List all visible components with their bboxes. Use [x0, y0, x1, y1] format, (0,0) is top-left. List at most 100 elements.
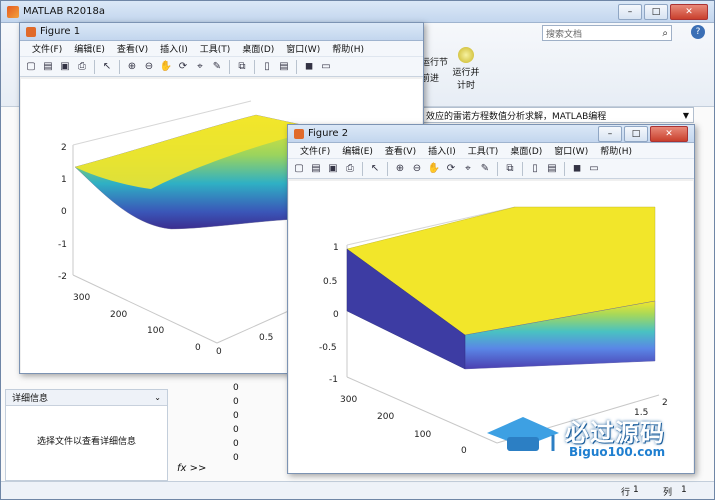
menu-file[interactable]: 文件(F): [26, 42, 68, 55]
toolbar-divider: [229, 59, 230, 74]
legend-icon[interactable]: ▤: [277, 60, 291, 74]
colorbar-icon[interactable]: ▯: [260, 60, 274, 74]
menu-window[interactable]: 窗口(W): [280, 42, 326, 55]
z-tick: 1: [61, 175, 67, 185]
toolbar-divider: [497, 161, 498, 176]
zoom-out-icon[interactable]: ⊖: [410, 162, 424, 176]
close-button[interactable]: ✕: [670, 3, 708, 20]
legend-icon[interactable]: ▤: [545, 162, 559, 176]
print-icon[interactable]: ⎙: [343, 162, 357, 176]
figure-icon: [26, 26, 36, 37]
y-tick: 0: [461, 446, 467, 456]
menu-edit[interactable]: 编辑(E): [336, 144, 379, 157]
y-tick: 100: [147, 326, 164, 336]
zoom-out-icon[interactable]: ⊖: [142, 60, 156, 74]
z-tick: 2: [61, 143, 67, 153]
search-box[interactable]: 搜索文档 ⌕: [542, 25, 672, 41]
maximize-button[interactable]: □: [624, 125, 648, 142]
main-window-controls: – □ ✕: [618, 3, 708, 20]
figure1-title-bar[interactable]: Figure 1: [20, 23, 423, 41]
figure1-title: Figure 1: [40, 26, 81, 37]
workspace-value: 0: [233, 439, 239, 449]
main-title-bar: MATLAB R2018a – □ ✕: [1, 1, 714, 23]
menu-window[interactable]: 窗口(W): [548, 144, 594, 157]
address-text: 效应的雷诺方程数值分析求解，MATLAB编程: [426, 111, 607, 122]
new-figure-icon[interactable]: ▢: [292, 162, 306, 176]
save-icon[interactable]: ▣: [326, 162, 340, 176]
menu-insert[interactable]: 插入(I): [154, 42, 194, 55]
close-button[interactable]: ✕: [650, 125, 688, 142]
pointer-icon[interactable]: ↖: [368, 162, 382, 176]
menu-tools[interactable]: 工具(T): [194, 42, 237, 55]
workspace-value: 0: [233, 453, 239, 463]
open-icon[interactable]: ▤: [41, 60, 55, 74]
maximize-button[interactable]: □: [644, 3, 668, 20]
pan-icon[interactable]: ✋: [427, 162, 441, 176]
pointer-icon[interactable]: ↖: [100, 60, 114, 74]
z-tick: 0.5: [323, 277, 337, 287]
details-empty-text: 选择文件以查看详细信息: [36, 437, 136, 447]
figure1-toolbar: ▢ ▤ ▣ ⎙ ↖ ⊕ ⊖ ✋ ⟳ ⌖ ✎ ⧉ ▯ ▤ ◼ ▭: [20, 57, 423, 77]
toolbar-divider: [296, 59, 297, 74]
z-tick: -1: [329, 375, 338, 385]
y-tick: 0: [195, 343, 201, 353]
data-cursor-icon[interactable]: ⌖: [193, 60, 207, 74]
y-tick: 200: [377, 412, 394, 422]
z-tick: -1: [58, 240, 67, 250]
x-tick: 0: [216, 347, 222, 357]
search-input[interactable]: 搜索文档: [546, 27, 582, 40]
open-icon[interactable]: ▤: [309, 162, 323, 176]
watermark-brand: 必过源码: [565, 419, 665, 447]
brush-icon[interactable]: ✎: [478, 162, 492, 176]
print-icon[interactable]: ⎙: [75, 60, 89, 74]
chevron-down-icon[interactable]: ▼: [683, 111, 689, 120]
data-cursor-icon[interactable]: ⌖: [461, 162, 475, 176]
menu-help[interactable]: 帮助(H): [326, 42, 370, 55]
chevron-down-icon[interactable]: ⌄: [154, 393, 161, 402]
menu-insert[interactable]: 插入(I): [422, 144, 462, 157]
col-value: 1: [681, 485, 687, 495]
menu-view[interactable]: 查看(V): [379, 144, 422, 157]
figure2-title-bar[interactable]: Figure 2 – □ ✕: [288, 125, 694, 143]
menu-edit[interactable]: 编辑(E): [68, 42, 111, 55]
minimize-button[interactable]: –: [598, 125, 622, 142]
minimize-button[interactable]: –: [618, 3, 642, 20]
rotate-icon[interactable]: ⟳: [444, 162, 458, 176]
menu-file[interactable]: 文件(F): [294, 144, 336, 157]
zoom-in-icon[interactable]: ⊕: [125, 60, 139, 74]
row-label: 行: [621, 488, 631, 498]
z-tick: 0: [333, 310, 339, 320]
rotate-icon[interactable]: ⟳: [176, 60, 190, 74]
search-icon[interactable]: ⌕: [662, 28, 668, 39]
details-panel-header[interactable]: 详细信息 ⌄: [6, 390, 167, 406]
show-tools-icon[interactable]: ▭: [587, 162, 601, 176]
menu-desktop[interactable]: 桌面(D): [504, 144, 548, 157]
watermark-url: Biguo100.com: [569, 445, 666, 459]
colorbar-icon[interactable]: ▯: [528, 162, 542, 176]
run-section-button[interactable]: 运行节: [421, 55, 448, 68]
menu-tools[interactable]: 工具(T): [462, 144, 505, 157]
address-bar[interactable]: 效应的雷诺方程数值分析求解，MATLAB编程 ▼: [419, 107, 694, 123]
new-figure-icon[interactable]: ▢: [24, 60, 38, 74]
menu-desktop[interactable]: 桌面(D): [236, 42, 280, 55]
y-tick: 300: [73, 293, 90, 303]
hide-tools-icon[interactable]: ◼: [302, 60, 316, 74]
run-and-time-icon: [458, 47, 474, 63]
command-prompt[interactable]: fx >>: [177, 463, 206, 474]
save-icon[interactable]: ▣: [58, 60, 72, 74]
menu-view[interactable]: 查看(V): [111, 42, 154, 55]
menu-help[interactable]: 帮助(H): [594, 144, 638, 157]
link-icon[interactable]: ⧉: [503, 162, 517, 176]
zoom-in-icon[interactable]: ⊕: [393, 162, 407, 176]
toolbar-divider: [254, 59, 255, 74]
hide-tools-icon[interactable]: ◼: [570, 162, 584, 176]
statusbar: 行 1 列 1: [1, 481, 714, 499]
brush-icon[interactable]: ✎: [210, 60, 224, 74]
matlab-logo-icon: [7, 5, 19, 18]
show-tools-icon[interactable]: ▭: [319, 60, 333, 74]
z-tick: 1: [333, 243, 339, 253]
link-icon[interactable]: ⧉: [235, 60, 249, 74]
run-and-time-button[interactable]: 运行并 计时: [451, 47, 481, 91]
help-icon[interactable]: ?: [691, 25, 705, 39]
pan-icon[interactable]: ✋: [159, 60, 173, 74]
